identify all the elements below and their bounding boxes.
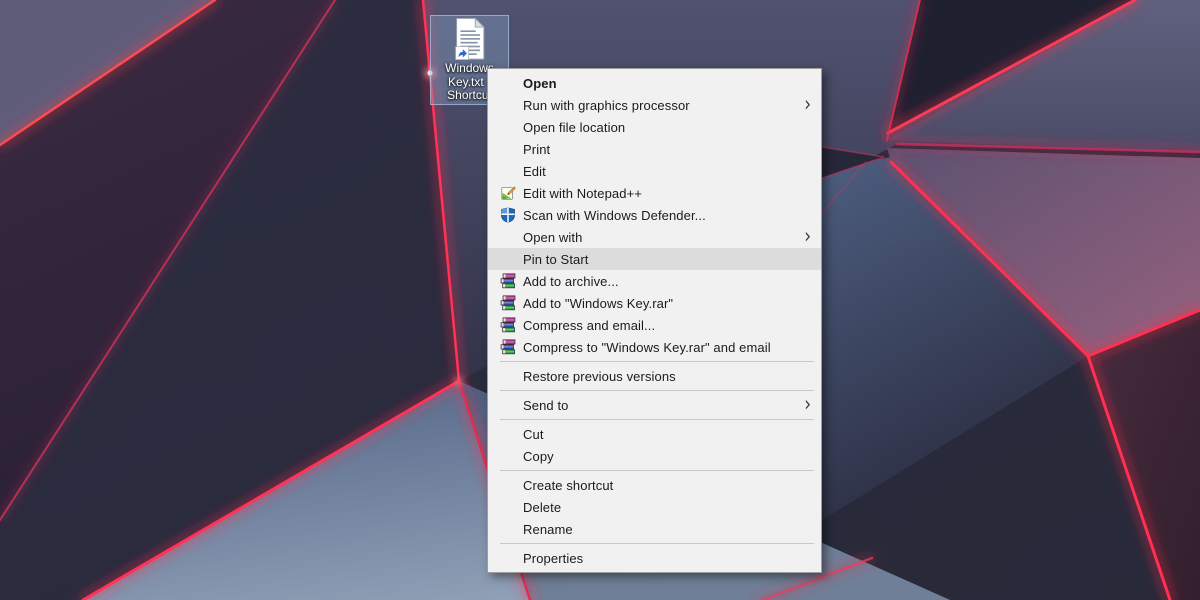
menu-item-label: Compress and email... bbox=[523, 318, 814, 333]
menu-item-label: Create shortcut bbox=[523, 478, 814, 493]
no-icon bbox=[500, 229, 516, 245]
menu-item-restore-previous-versions[interactable]: Restore previous versions bbox=[488, 365, 821, 387]
no-icon bbox=[500, 97, 516, 113]
menu-item-create-shortcut[interactable]: Create shortcut bbox=[488, 474, 821, 496]
menu-item-add-to-archive[interactable]: Add to archive... bbox=[488, 270, 821, 292]
menu-item-delete[interactable]: Delete bbox=[488, 496, 821, 518]
no-icon bbox=[500, 521, 516, 537]
menu-item-add-to-windows-key-rar[interactable]: Add to "Windows Key.rar" bbox=[488, 292, 821, 314]
menu-item-open-file-location[interactable]: Open file location bbox=[488, 116, 821, 138]
winrar-icon bbox=[500, 339, 516, 355]
winrar-icon bbox=[500, 317, 516, 333]
no-icon bbox=[500, 251, 516, 267]
desktop[interactable]: Windows Key.txt - Shortcut OpenRun with … bbox=[0, 0, 1200, 600]
menu-item-rename[interactable]: Rename bbox=[488, 518, 821, 540]
winrar-icon bbox=[500, 273, 516, 289]
no-icon bbox=[500, 368, 516, 384]
menu-item-label: Add to "Windows Key.rar" bbox=[523, 296, 814, 311]
menu-separator bbox=[500, 470, 814, 471]
text-file-shortcut-icon bbox=[450, 17, 490, 61]
menu-separator bbox=[500, 361, 814, 362]
menu-item-send-to[interactable]: Send to› bbox=[488, 394, 821, 416]
menu-item-label: Open with bbox=[523, 230, 804, 245]
menu-item-label: Print bbox=[523, 142, 814, 157]
menu-item-compress-and-email[interactable]: Compress and email... bbox=[488, 314, 821, 336]
menu-item-label: Send to bbox=[523, 398, 804, 413]
menu-item-pin-to-start[interactable]: Pin to Start bbox=[488, 248, 821, 270]
menu-item-label: Open bbox=[523, 76, 814, 91]
no-icon bbox=[500, 163, 516, 179]
menu-item-label: Delete bbox=[523, 500, 814, 515]
menu-item-label: Cut bbox=[523, 427, 814, 442]
submenu-arrow-icon: › bbox=[804, 394, 811, 415]
menu-separator bbox=[500, 390, 814, 391]
menu-item-label: Run with graphics processor bbox=[523, 98, 804, 113]
menu-item-properties[interactable]: Properties bbox=[488, 547, 821, 569]
submenu-arrow-icon: › bbox=[804, 94, 811, 115]
menu-item-label: Edit bbox=[523, 164, 814, 179]
no-icon bbox=[500, 448, 516, 464]
menu-item-label: Copy bbox=[523, 449, 814, 464]
no-icon bbox=[500, 477, 516, 493]
menu-item-run-with-graphics-processor[interactable]: Run with graphics processor› bbox=[488, 94, 821, 116]
no-icon bbox=[500, 141, 516, 157]
no-icon bbox=[500, 426, 516, 442]
menu-item-label: Rename bbox=[523, 522, 814, 537]
notepadpp-icon bbox=[500, 185, 516, 201]
menu-item-edit[interactable]: Edit bbox=[488, 160, 821, 182]
menu-item-edit-with-notepad[interactable]: Edit with Notepad++ bbox=[488, 182, 821, 204]
menu-item-copy[interactable]: Copy bbox=[488, 445, 821, 467]
menu-item-label: Edit with Notepad++ bbox=[523, 186, 814, 201]
menu-item-label: Compress to "Windows Key.rar" and email bbox=[523, 340, 814, 355]
menu-item-label: Add to archive... bbox=[523, 274, 814, 289]
no-icon bbox=[500, 550, 516, 566]
menu-item-label: Properties bbox=[523, 551, 814, 566]
menu-item-label: Pin to Start bbox=[523, 252, 814, 267]
winrar-icon bbox=[500, 295, 516, 311]
context-menu: OpenRun with graphics processor›Open fil… bbox=[487, 68, 822, 573]
no-icon bbox=[500, 499, 516, 515]
no-icon bbox=[500, 75, 516, 91]
menu-item-label: Open file location bbox=[523, 120, 814, 135]
menu-item-label: Scan with Windows Defender... bbox=[523, 208, 814, 223]
menu-item-print[interactable]: Print bbox=[488, 138, 821, 160]
no-icon bbox=[500, 119, 516, 135]
menu-item-open-with[interactable]: Open with› bbox=[488, 226, 821, 248]
menu-separator bbox=[500, 543, 814, 544]
submenu-arrow-icon: › bbox=[804, 226, 811, 247]
menu-item-scan-with-windows-defender[interactable]: Scan with Windows Defender... bbox=[488, 204, 821, 226]
menu-item-cut[interactable]: Cut bbox=[488, 423, 821, 445]
no-icon bbox=[500, 397, 516, 413]
menu-item-open[interactable]: Open bbox=[488, 72, 821, 94]
defender-icon bbox=[500, 207, 516, 223]
menu-item-compress-to-windows-key-rar-and-email[interactable]: Compress to "Windows Key.rar" and email bbox=[488, 336, 821, 358]
menu-separator bbox=[500, 419, 814, 420]
menu-item-label: Restore previous versions bbox=[523, 369, 814, 384]
